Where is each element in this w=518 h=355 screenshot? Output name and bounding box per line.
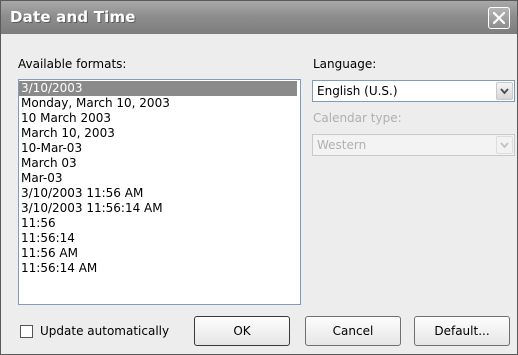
format-list-item[interactable]: 10 March 2003	[19, 111, 300, 126]
language-select[interactable]: English (U.S.)	[312, 80, 515, 102]
calendar-type-value: Western	[317, 138, 367, 152]
cancel-button[interactable]: Cancel	[305, 316, 401, 346]
available-formats-label: Available formats:	[18, 57, 127, 71]
chevron-down-icon	[500, 88, 509, 95]
formats-listbox[interactable]: 3/10/2003 Monday, March 10, 2003 10 March …	[18, 79, 301, 305]
format-list-item[interactable]: March 03	[19, 156, 300, 171]
title-bar[interactable]: Date and Time	[1, 1, 517, 34]
close-icon	[493, 12, 505, 24]
format-list-item[interactable]: 11:56	[19, 216, 300, 231]
calendar-type-select: Western	[312, 134, 515, 156]
format-list-item[interactable]: 3/10/2003	[19, 81, 297, 96]
format-list-item[interactable]: March 10, 2003	[19, 126, 300, 141]
format-list-item[interactable]: 3/10/2003 11:56:14 AM	[19, 201, 300, 216]
format-list-item[interactable]: Mar-03	[19, 171, 300, 186]
language-value: English (U.S.)	[317, 84, 398, 98]
format-list-item[interactable]: 11:56:14 AM	[19, 261, 300, 276]
dialog-title: Date and Time	[10, 8, 136, 26]
ok-button[interactable]: OK	[194, 316, 290, 346]
update-automatically-label[interactable]: Update automatically	[40, 324, 169, 338]
default-button[interactable]: Default...	[414, 316, 510, 346]
update-automatically-checkbox[interactable]	[20, 325, 33, 338]
calendar-type-dropdown-button	[496, 136, 513, 154]
chevron-down-icon	[500, 142, 509, 149]
date-time-dialog: Date and Time Available formats: 3/10/20…	[0, 0, 518, 355]
format-list-item[interactable]: 11:56 AM	[19, 246, 300, 261]
language-label: Language:	[313, 57, 377, 71]
language-dropdown-button[interactable]	[496, 82, 513, 100]
close-button[interactable]	[488, 7, 510, 29]
format-list-item[interactable]: 11:56:14	[19, 231, 300, 246]
calendar-type-label: Calendar type:	[313, 111, 402, 125]
format-list-item[interactable]: 3/10/2003 11:56 AM	[19, 186, 300, 201]
format-list-item[interactable]: 10-Mar-03	[19, 141, 300, 156]
format-list-item[interactable]: Monday, March 10, 2003	[19, 96, 300, 111]
